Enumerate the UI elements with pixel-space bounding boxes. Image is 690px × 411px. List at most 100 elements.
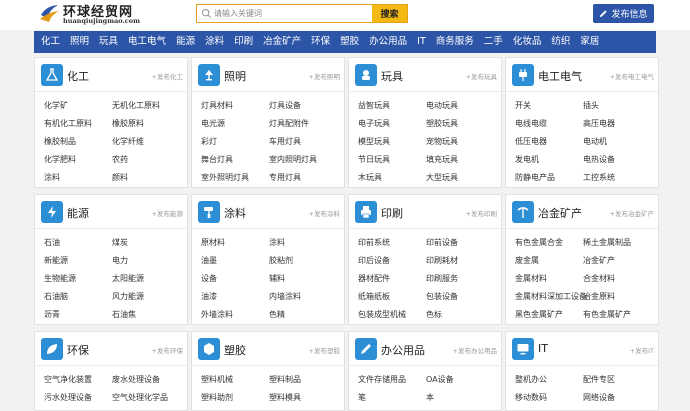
subcategory-link[interactable]: 设备	[201, 273, 217, 284]
subcategory-link[interactable]: 空气处理化学品	[112, 392, 168, 403]
category-publish-link[interactable]: +发布涂料	[309, 208, 340, 218]
subcategory-link[interactable]: 化学肥料	[44, 154, 76, 165]
subcategory-link[interactable]: 涂料	[269, 237, 285, 248]
subcategory-link[interactable]: 冶金原料	[583, 291, 615, 302]
nav-item[interactable]: 化工	[36, 31, 65, 53]
subcategory-link[interactable]: 合金材料	[583, 273, 615, 284]
subcategory-link[interactable]: 煤炭	[112, 237, 128, 248]
subcategory-link[interactable]: 笔	[358, 392, 366, 403]
subcategory-link[interactable]: 化学矿	[44, 100, 68, 111]
printer-icon[interactable]	[355, 201, 377, 223]
subcategory-link[interactable]: 灯具材料	[201, 100, 233, 111]
subcategory-link[interactable]: 整机办公	[515, 374, 547, 385]
subcategory-link[interactable]: 工控系统	[583, 172, 615, 183]
subcategory-link[interactable]: 包装设备	[426, 291, 458, 302]
subcategory-link[interactable]: 开关	[515, 100, 531, 111]
category-publish-link[interactable]: +发布照明	[309, 71, 340, 81]
category-publish-link[interactable]: +发布玩具	[466, 71, 497, 81]
subcategory-link[interactable]: 生物能源	[44, 273, 76, 284]
category-title[interactable]: 印刷	[381, 205, 403, 221]
toy-icon[interactable]	[355, 64, 377, 86]
subcategory-link[interactable]: 油墨	[201, 255, 217, 266]
category-publish-link[interactable]: +发布化工	[152, 71, 183, 81]
subcategory-link[interactable]: 色精	[269, 309, 285, 320]
category-title[interactable]: 涂料	[224, 205, 246, 221]
subcategory-link[interactable]: 太阳能源	[112, 273, 144, 284]
nav-item[interactable]: 二手	[479, 31, 508, 53]
subcategory-link[interactable]: 印刷耗材	[426, 255, 458, 266]
publish-info-button[interactable]: 发布信息	[593, 4, 654, 23]
subcategory-link[interactable]: 涂料	[44, 172, 60, 183]
subcategory-link[interactable]: 高压电器	[583, 118, 615, 129]
subcategory-link[interactable]: 废金属	[515, 255, 539, 266]
subcategory-link[interactable]: 废水处理设备	[112, 374, 160, 385]
category-publish-link[interactable]: +发布印刷	[466, 208, 497, 218]
category-publish-link[interactable]: +发布环保	[152, 345, 183, 355]
subcategory-link[interactable]: 无机化工原料	[112, 100, 160, 111]
subcategory-link[interactable]: 塑料模具	[269, 392, 301, 403]
subcategory-link[interactable]: 节日玩具	[358, 154, 390, 165]
mining-icon[interactable]	[512, 201, 534, 223]
subcategory-link[interactable]: 防静电产品	[515, 172, 555, 183]
subcategory-link[interactable]: 电动机	[583, 136, 607, 147]
category-title[interactable]: 电工电气	[538, 68, 582, 84]
category-publish-link[interactable]: +发布能源	[152, 208, 183, 218]
subcategory-link[interactable]: 新能源	[44, 255, 68, 266]
energy-icon[interactable]	[41, 201, 63, 223]
subcategory-link[interactable]: 塑胶玩具	[426, 118, 458, 129]
subcategory-link[interactable]: 颜料	[112, 172, 128, 183]
category-publish-link[interactable]: +发布塑胶	[309, 345, 340, 355]
subcategory-link[interactable]: 舞台灯具	[201, 154, 233, 165]
subcategory-link[interactable]: 电光源	[201, 118, 225, 129]
flask-icon[interactable]	[41, 64, 63, 86]
subcategory-link[interactable]: 填充玩具	[426, 154, 458, 165]
subcategory-link[interactable]: OA设备	[426, 374, 454, 385]
subcategory-link[interactable]: 灯具配附件	[269, 118, 309, 129]
subcategory-link[interactable]: 室内照明灯具	[269, 154, 317, 165]
subcategory-link[interactable]: 纸箱纸板	[358, 291, 390, 302]
subcategory-link[interactable]: 橡胶制品	[44, 136, 76, 147]
subcategory-link[interactable]: 有色金属合金	[515, 237, 563, 248]
plug-icon[interactable]	[512, 64, 534, 86]
pen-icon[interactable]	[355, 338, 377, 360]
category-title[interactable]: IT	[538, 342, 548, 355]
subcategory-link[interactable]: 发电机	[515, 154, 539, 165]
subcategory-link[interactable]: 电力	[112, 255, 128, 266]
category-title[interactable]: 冶金矿产	[538, 205, 582, 221]
nav-item[interactable]: 家居	[575, 31, 604, 53]
subcategory-link[interactable]: 农药	[112, 154, 128, 165]
nav-item[interactable]: 电工电气	[123, 31, 171, 53]
nav-item[interactable]: 印刷	[229, 31, 258, 53]
subcategory-link[interactable]: 大型玩具	[426, 172, 458, 183]
nav-item[interactable]: IT	[412, 31, 431, 53]
subcategory-link[interactable]: 色标	[426, 309, 442, 320]
subcategory-link[interactable]: 石油脑	[44, 291, 68, 302]
nav-item[interactable]: 能源	[171, 31, 200, 53]
nav-item[interactable]: 玩具	[94, 31, 123, 53]
nav-item[interactable]: 化妆品	[508, 31, 547, 53]
subcategory-link[interactable]: 移动数码	[515, 392, 547, 403]
subcategory-link[interactable]: 木玩具	[358, 172, 382, 183]
subcategory-link[interactable]: 电线电缆	[515, 118, 547, 129]
subcategory-link[interactable]: 石油	[44, 237, 60, 248]
subcategory-link[interactable]: 电热设备	[583, 154, 615, 165]
subcategory-link[interactable]: 有色金属矿产	[583, 309, 631, 320]
category-title[interactable]: 办公用品	[381, 342, 425, 358]
subcategory-link[interactable]: 金属材料深加工设备	[515, 291, 587, 302]
category-title[interactable]: 塑胶	[224, 342, 246, 358]
subcategory-link[interactable]: 室外照明灯具	[201, 172, 249, 183]
category-publish-link[interactable]: +发布IT	[630, 345, 654, 355]
paint-icon[interactable]	[198, 201, 220, 223]
category-title[interactable]: 化工	[67, 68, 89, 84]
subcategory-link[interactable]: 配件专区	[583, 374, 615, 385]
subcategory-link[interactable]: 灯具设备	[269, 100, 301, 111]
search-input[interactable]	[214, 5, 369, 22]
subcategory-link[interactable]: 本	[426, 392, 434, 403]
subcategory-link[interactable]: 彩灯	[201, 136, 217, 147]
subcategory-link[interactable]: 插头	[583, 100, 599, 111]
subcategory-link[interactable]: 辅料	[269, 273, 285, 284]
subcategory-link[interactable]: 电子玩具	[358, 118, 390, 129]
subcategory-link[interactable]: 模型玩具	[358, 136, 390, 147]
subcategory-link[interactable]: 胶粘剂	[269, 255, 293, 266]
subcategory-link[interactable]: 包装成型机械	[358, 309, 406, 320]
